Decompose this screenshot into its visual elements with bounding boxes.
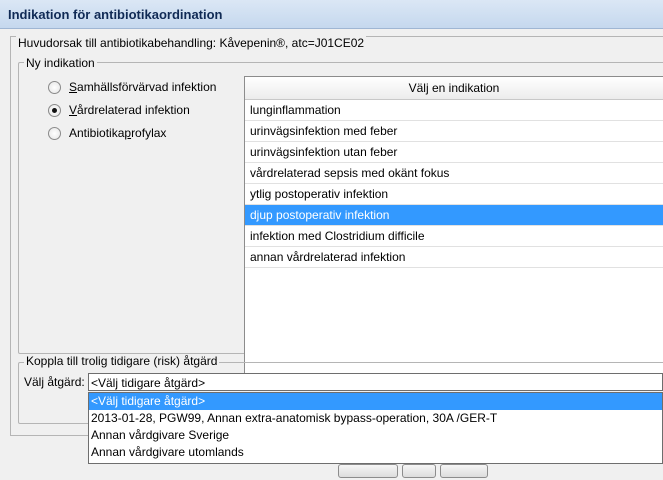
dropdown-option[interactable]: Annan vårdgivare utomlands xyxy=(89,444,662,461)
indication-row[interactable]: vårdrelaterad sepsis med okänt fokus xyxy=(245,163,663,184)
dialog-button-2[interactable] xyxy=(402,464,436,478)
indication-list-header-label: Välj en indikation xyxy=(408,81,500,95)
radio-healthcare-associated[interactable]: Vårdrelaterad infektion xyxy=(48,101,190,119)
radio-prophylaxis-label: Antibiotikaprofylax xyxy=(69,126,167,140)
radio-healthcare-associated-label: Vårdrelaterad infektion xyxy=(69,103,190,117)
radio-community-acquired-label: Samhällsförvärvad infektion xyxy=(69,80,217,94)
indication-row[interactable]: ytlig postoperativ infektion xyxy=(245,184,663,205)
select-action-combobox[interactable]: <Välj tidigare åtgärd> xyxy=(88,373,663,391)
window-title: Indikation för antibiotikaordination xyxy=(8,7,223,22)
new-indication-label: Ny indikation xyxy=(24,56,97,70)
dropdown-option-selected[interactable]: <Välj tidigare åtgärd> xyxy=(89,393,662,410)
dialog-button-1[interactable] xyxy=(338,464,398,478)
select-action-value: <Välj tidigare åtgärd> xyxy=(91,376,206,390)
indication-row[interactable]: lunginflammation xyxy=(245,100,663,121)
radio-healthcare-associated-indicator[interactable] xyxy=(48,103,61,117)
select-action-dropdown[interactable]: <Välj tidigare åtgärd> 2013-01-28, PGW99… xyxy=(88,392,663,464)
dropdown-option[interactable]: Annan vårdgivare Sverige xyxy=(89,427,662,444)
radio-community-acquired-indicator[interactable] xyxy=(48,80,61,94)
indication-row[interactable]: annan vårdrelaterad infektion xyxy=(245,247,663,268)
select-action-label: Välj åtgärd: xyxy=(24,375,85,389)
radio-prophylaxis-indicator[interactable] xyxy=(48,126,61,140)
title-bar: Indikation för antibiotikaordination xyxy=(0,0,663,29)
indication-list-header[interactable]: Välj en indikation xyxy=(245,77,663,100)
dialog-button-3[interactable] xyxy=(440,464,488,478)
indication-list[interactable]: Välj en indikation lunginflammation urin… xyxy=(244,76,663,391)
indication-row[interactable]: infektion med Clostridium difficile xyxy=(245,226,663,247)
indication-row-selected[interactable]: djup postoperativ infektion xyxy=(245,205,663,226)
main-group-label: Huvudorsak till antibiotikabehandling: K… xyxy=(16,36,367,50)
dropdown-option[interactable]: 2013-01-28, PGW99, Annan extra-anatomisk… xyxy=(89,410,662,427)
link-group-label: Koppla till trolig tidigare (risk) åtgär… xyxy=(24,354,220,368)
radio-prophylaxis[interactable]: Antibiotikaprofylax xyxy=(48,124,166,142)
radio-community-acquired[interactable]: Samhällsförvärvad infektion xyxy=(48,78,216,96)
indication-row[interactable]: urinvägsinfektion utan feber xyxy=(245,142,663,163)
indication-row[interactable]: urinvägsinfektion med feber xyxy=(245,121,663,142)
